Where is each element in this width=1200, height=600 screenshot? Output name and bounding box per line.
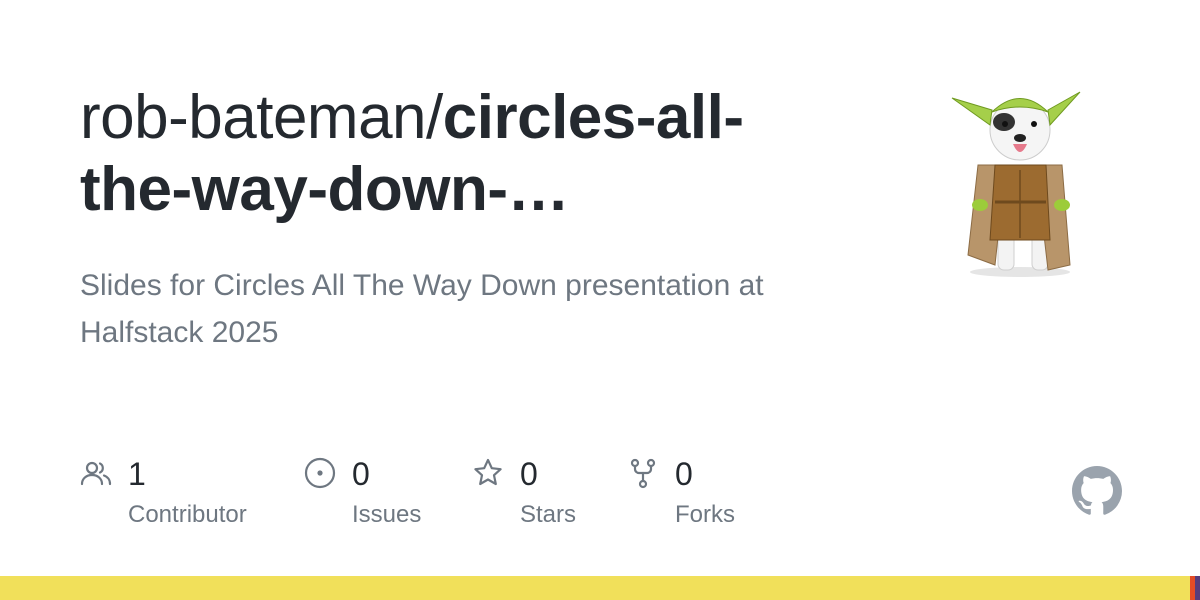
avatar	[951, 91, 1081, 277]
github-mark-icon	[1072, 466, 1122, 515]
language-bar-accent	[1190, 576, 1200, 600]
forks-label: Forks	[675, 501, 735, 528]
social-preview-card: rob-bateman/circles-all-the-way-down-… S…	[0, 0, 1200, 600]
language-bar	[0, 576, 1200, 600]
contributors-label: Contributor	[128, 501, 247, 528]
issue-circle-icon	[304, 457, 336, 489]
language-segment-2	[1195, 576, 1200, 600]
stars-label: Stars	[520, 501, 577, 528]
repo-description: Slides for Circles All The Way Down pres…	[80, 269, 764, 349]
repo-owner: rob-bateman/	[80, 83, 443, 152]
people-icon	[80, 461, 112, 486]
repo-title: rob-bateman/circles-all-the-way-down-…	[80, 82, 840, 226]
fork-icon	[630, 458, 656, 489]
star-icon	[474, 458, 502, 486]
forks-count: 0	[675, 456, 693, 492]
issues-count: 0	[352, 456, 370, 492]
stars-count: 0	[520, 456, 538, 492]
contributors-count: 1	[128, 456, 146, 492]
issues-label: Issues	[352, 501, 422, 528]
